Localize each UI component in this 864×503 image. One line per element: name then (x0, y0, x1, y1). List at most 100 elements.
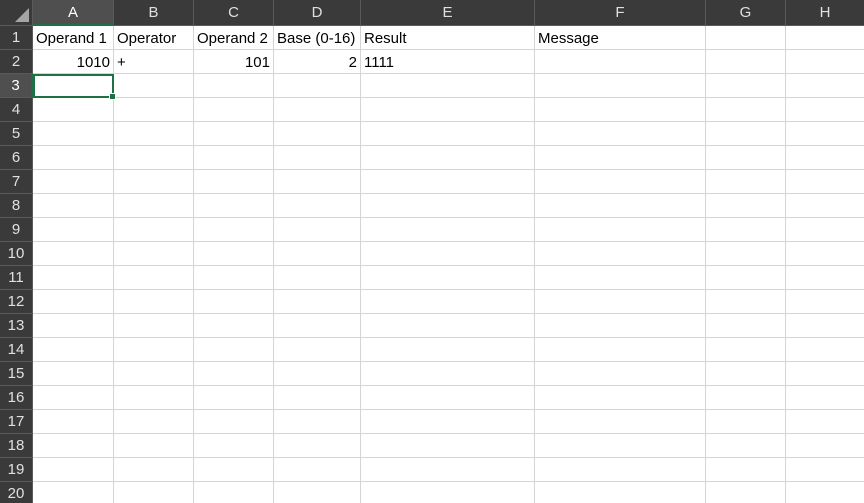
cell-f19[interactable] (535, 458, 706, 482)
cell-e15[interactable] (361, 362, 535, 386)
cell-g2[interactable] (706, 50, 786, 74)
cell-b16[interactable] (114, 386, 194, 410)
cell-e5[interactable] (361, 122, 535, 146)
row-header-18[interactable]: 18 (0, 434, 33, 458)
cell-c1[interactable]: Operand 2 (194, 26, 274, 50)
cell-e2[interactable]: 1111 (361, 50, 535, 74)
cell-h14[interactable] (786, 338, 864, 362)
row-header-10[interactable]: 10 (0, 242, 33, 266)
cell-h17[interactable] (786, 410, 864, 434)
cell-g5[interactable] (706, 122, 786, 146)
cell-h5[interactable] (786, 122, 864, 146)
cell-g17[interactable] (706, 410, 786, 434)
cell-b20[interactable] (114, 482, 194, 503)
cell-c5[interactable] (194, 122, 274, 146)
cell-f16[interactable] (535, 386, 706, 410)
cell-g20[interactable] (706, 482, 786, 503)
row-header-3[interactable]: 3 (0, 74, 33, 98)
cell-e19[interactable] (361, 458, 535, 482)
row-header-16[interactable]: 16 (0, 386, 33, 410)
column-header-a[interactable]: A (33, 0, 114, 26)
cell-f13[interactable] (535, 314, 706, 338)
cell-h10[interactable] (786, 242, 864, 266)
cell-b19[interactable] (114, 458, 194, 482)
cell-c8[interactable] (194, 194, 274, 218)
row-header-11[interactable]: 11 (0, 266, 33, 290)
cell-f18[interactable] (535, 434, 706, 458)
cell-h19[interactable] (786, 458, 864, 482)
cell-h8[interactable] (786, 194, 864, 218)
cell-h1[interactable] (786, 26, 864, 50)
cell-f12[interactable] (535, 290, 706, 314)
cell-d1[interactable]: Base (0-16) (274, 26, 361, 50)
cell-c2[interactable]: 101 (194, 50, 274, 74)
cell-f9[interactable] (535, 218, 706, 242)
cell-e7[interactable] (361, 170, 535, 194)
cell-c13[interactable] (194, 314, 274, 338)
cell-e4[interactable] (361, 98, 535, 122)
cell-h13[interactable] (786, 314, 864, 338)
column-header-f[interactable]: F (535, 0, 706, 26)
cell-c14[interactable] (194, 338, 274, 362)
cell-a9[interactable] (33, 218, 114, 242)
row-header-19[interactable]: 19 (0, 458, 33, 482)
cell-a4[interactable] (33, 98, 114, 122)
cell-c7[interactable] (194, 170, 274, 194)
cell-d9[interactable] (274, 218, 361, 242)
cell-a13[interactable] (33, 314, 114, 338)
cell-b11[interactable] (114, 266, 194, 290)
column-header-b[interactable]: B (114, 0, 194, 26)
row-header-5[interactable]: 5 (0, 122, 33, 146)
cell-d17[interactable] (274, 410, 361, 434)
cell-d10[interactable] (274, 242, 361, 266)
cell-b17[interactable] (114, 410, 194, 434)
row-header-14[interactable]: 14 (0, 338, 33, 362)
cell-e8[interactable] (361, 194, 535, 218)
cell-a14[interactable] (33, 338, 114, 362)
cell-h11[interactable] (786, 266, 864, 290)
cell-c19[interactable] (194, 458, 274, 482)
cell-b14[interactable] (114, 338, 194, 362)
spreadsheet-grid[interactable]: A B C D E F G H 1 Operand 1 Operator Operand 2 Base … (0, 0, 864, 503)
cell-h7[interactable] (786, 170, 864, 194)
cell-h6[interactable] (786, 146, 864, 170)
cell-f6[interactable] (535, 146, 706, 170)
cell-g18[interactable] (706, 434, 786, 458)
cell-b18[interactable] (114, 434, 194, 458)
cell-a3[interactable] (33, 74, 116, 100)
cell-d20[interactable] (274, 482, 361, 503)
cell-b4[interactable] (114, 98, 194, 122)
cell-d12[interactable] (274, 290, 361, 314)
cell-d3[interactable] (274, 74, 361, 98)
cell-e13[interactable] (361, 314, 535, 338)
cell-d6[interactable] (274, 146, 361, 170)
row-header-13[interactable]: 13 (0, 314, 33, 338)
cell-h16[interactable] (786, 386, 864, 410)
cell-c11[interactable] (194, 266, 274, 290)
cell-a20[interactable] (33, 482, 114, 503)
cell-h2[interactable] (786, 50, 864, 74)
cell-h4[interactable] (786, 98, 864, 122)
row-header-7[interactable]: 7 (0, 170, 33, 194)
column-header-d[interactable]: D (274, 0, 361, 26)
cell-c16[interactable] (194, 386, 274, 410)
cell-a7[interactable] (33, 170, 114, 194)
cell-h9[interactable] (786, 218, 864, 242)
row-header-15[interactable]: 15 (0, 362, 33, 386)
cell-f8[interactable] (535, 194, 706, 218)
row-header-1[interactable]: 1 (0, 26, 33, 50)
cell-h12[interactable] (786, 290, 864, 314)
cell-a12[interactable] (33, 290, 114, 314)
cell-f15[interactable] (535, 362, 706, 386)
cell-e20[interactable] (361, 482, 535, 503)
cell-g11[interactable] (706, 266, 786, 290)
row-header-9[interactable]: 9 (0, 218, 33, 242)
cell-d15[interactable] (274, 362, 361, 386)
cell-f2[interactable] (535, 50, 706, 74)
cell-h18[interactable] (786, 434, 864, 458)
cell-d19[interactable] (274, 458, 361, 482)
cell-e16[interactable] (361, 386, 535, 410)
fill-handle[interactable] (109, 93, 116, 100)
cell-e12[interactable] (361, 290, 535, 314)
cell-b10[interactable] (114, 242, 194, 266)
